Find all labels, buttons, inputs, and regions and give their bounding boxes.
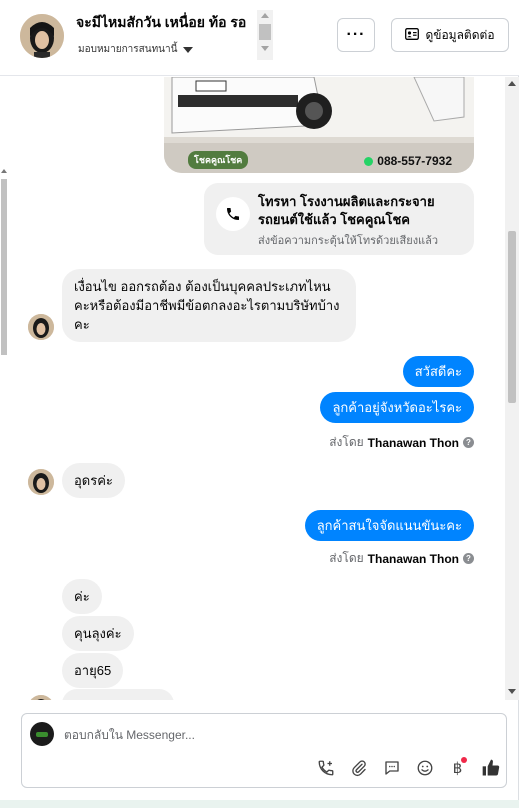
car-photo[interactable]: โชคคูณโชค 088-557-7932 <box>164 77 474 173</box>
message-bubble-incoming[interactable]: เงื่อนไข ออกรถต้อง ต้องเป็นบุคคลประเภทไห… <box>62 269 356 342</box>
photo-phone: 088-557-7932 <box>364 154 452 168</box>
sent-by-label: ส่งโดย Thanawan Thon ? <box>329 549 474 568</box>
avatar[interactable] <box>28 469 54 495</box>
call-card-title: โทรหา โรงงานผลิตและกระจายรถยนต์ใช้แล้ว โ… <box>258 194 435 227</box>
message-list[interactable]: โชคคูณโชค 088-557-7932 โทรหา โรงงานผลิตแ… <box>0 77 505 700</box>
scroll-thumb[interactable] <box>508 231 516 403</box>
view-contact-label: ดูข้อมูลติดต่อ <box>425 27 495 42</box>
scroll-thumb[interactable] <box>259 24 271 40</box>
reply-input[interactable] <box>64 728 464 742</box>
caret-down-icon <box>183 46 194 53</box>
assign-conversation[interactable]: มอบหมายการสนทนานี้ <box>78 42 194 57</box>
scroll-up-icon[interactable] <box>508 81 516 86</box>
whatsapp-icon <box>364 156 374 166</box>
reply-composer: ฿ <box>21 713 507 788</box>
more-options-button[interactable]: ··· <box>337 18 375 52</box>
title-scrollbar[interactable] <box>257 10 273 60</box>
call-card[interactable]: โทรหา โรงงานผลิตและกระจายรถยนต์ใช้แล้ว โ… <box>204 183 474 255</box>
left-scrollbar[interactable] <box>0 163 8 363</box>
message-bubble-outgoing[interactable]: ลูกค้าสนใจจัดแนนขันะคะ <box>304 510 474 541</box>
conversation-header: จะมีไหมสักวัน เหนื่อย ท้อ รอ มอบหมายการส… <box>0 0 519 76</box>
message-bubble-incoming[interactable]: อุดรค่ะ <box>62 463 125 498</box>
scroll-up-icon[interactable] <box>1 169 7 173</box>
sent-by-name: Thanawan Thon <box>367 435 459 450</box>
message-bubble-incoming[interactable]: อายุ65 <box>62 653 124 688</box>
contact-card-icon <box>405 27 420 43</box>
notification-dot <box>461 757 468 763</box>
message-bubble-incoming[interactable]: คุนลุงค่ะ <box>62 616 134 651</box>
message-bubble-outgoing[interactable]: ลูกค้าอยู่จังหวัดอะไรคะ <box>320 392 474 423</box>
sent-by-prefix: ส่งโดย <box>329 435 364 449</box>
conversation-title: จะมีไหมสักวัน เหนื่อย ท้อ รอ มอบหมายการส… <box>76 10 272 60</box>
scroll-down-icon[interactable] <box>508 689 516 694</box>
emoji-icon[interactable] <box>413 757 436 780</box>
more-dots-icon: ··· <box>346 26 366 43</box>
avatar[interactable] <box>28 314 54 340</box>
messenger-window: จะมีไหมสักวัน เหนื่อย ท้อ รอ มอบหมายการส… <box>0 0 519 800</box>
contact-name: จะมีไหมสักวัน เหนื่อย ท้อ รอ <box>76 14 247 30</box>
scroll-down-icon[interactable] <box>261 46 269 51</box>
scroll-thumb[interactable] <box>1 179 7 355</box>
message-bubble-outgoing[interactable]: สวัสดีคะ <box>402 356 474 387</box>
scroll-up-icon[interactable] <box>261 13 269 18</box>
avatar[interactable] <box>20 14 64 58</box>
attach-icon[interactable] <box>347 757 370 780</box>
message-scrollbar[interactable] <box>505 77 519 700</box>
page-avatar <box>30 722 54 746</box>
like-icon[interactable] <box>479 757 502 780</box>
saved-reply-icon[interactable] <box>380 757 403 780</box>
message-bubble-incoming[interactable]: ค่ะ <box>62 579 102 614</box>
help-icon[interactable]: ? <box>463 553 474 564</box>
message-bubble-incoming-partial[interactable] <box>62 689 174 700</box>
help-icon[interactable]: ? <box>463 437 474 448</box>
sent-by-label: ส่งโดย Thanawan Thon ? <box>329 433 474 452</box>
baht-icon[interactable]: ฿ <box>446 757 469 780</box>
avatar[interactable] <box>28 695 54 700</box>
view-contact-button[interactable]: ดูข้อมูลติดต่อ <box>391 18 509 52</box>
call-card-subtitle: ส่งข้อความกระตุ้นให้โทรด้วยเสียงแล้ว <box>258 235 439 247</box>
photo-phone-number: 088-557-7932 <box>377 154 452 168</box>
call-add-icon[interactable] <box>314 757 337 780</box>
sent-by-prefix: ส่งโดย <box>329 551 364 565</box>
assign-label: มอบหมายการสนทนานี้ <box>78 44 178 55</box>
composer-toolbar: ฿ <box>314 756 502 780</box>
sent-by-name: Thanawan Thon <box>367 551 459 566</box>
photo-brand-badge: โชคคูณโชค <box>188 151 249 169</box>
phone-icon <box>216 197 250 231</box>
